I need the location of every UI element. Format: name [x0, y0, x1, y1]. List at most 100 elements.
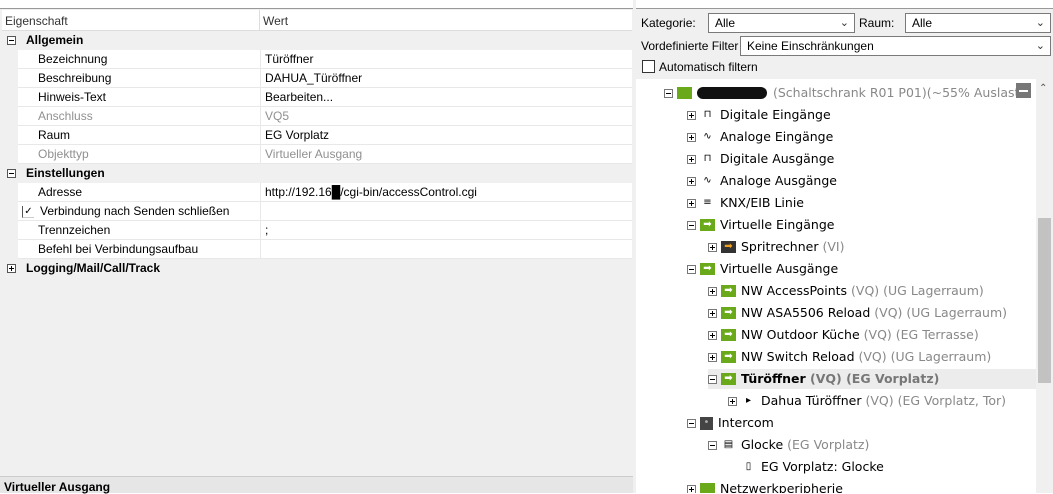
predefined-filter-select[interactable]: Keine Einschränkungen ⌄: [740, 36, 1051, 56]
top-strip: [636, 0, 1053, 9]
expand-icon[interactable]: [687, 110, 696, 120]
property-row[interactable]: Objekttyp Virtueller Ausgang: [2, 145, 632, 164]
category-logging-mail-call-track[interactable]: Logging/Mail/Call/Track: [2, 259, 632, 278]
category-einstellungen[interactable]: Einstellungen: [2, 164, 632, 183]
property-value[interactable]: Bearbeiten...: [260, 88, 632, 107]
tree-item-label: Analoge Eingänge: [720, 129, 834, 144]
collapse-icon[interactable]: [687, 418, 696, 428]
tree-item[interactable]: Netzwerkperipherie: [687, 479, 843, 493]
tree-item[interactable]: ➡ Virtuelle Ausgänge: [687, 259, 838, 279]
tree-item-label: Glocke: [741, 437, 784, 452]
expand-icon[interactable]: [708, 242, 717, 252]
property-key[interactable]: ✓ Verbindung nach Senden schließen: [18, 202, 260, 221]
grid-header: Eigenschaft Wert: [2, 10, 632, 31]
tree-item[interactable]: ∿ Analoge Ausgänge: [687, 171, 837, 191]
collapse-icon[interactable]: [708, 374, 717, 384]
tree-item[interactable]: ▤ Glocke (EG Vorplatz): [708, 435, 869, 455]
tree-panel: Kategorie: Alle ⌄ Raum: Alle ⌄ Vordefinier…: [636, 0, 1053, 493]
column-header-value[interactable]: Wert: [260, 10, 291, 30]
property-row[interactable]: Raum EG Vorplatz: [2, 126, 632, 145]
collapse-icon[interactable]: [664, 88, 673, 98]
expand-icon[interactable]: [687, 154, 696, 164]
scrollbar-thumb[interactable]: [1038, 218, 1051, 383]
property-value[interactable]: DAHUA_Türöffner: [260, 69, 632, 88]
tree-item-label: NW Outdoor Küche: [741, 327, 860, 342]
tree-item-label: Analoge Ausgänge: [720, 173, 837, 188]
property-value[interactable]: [260, 240, 632, 259]
scroll-up-icon[interactable]: ⌃: [1039, 83, 1047, 94]
property-value[interactable]: Virtueller Ausgang: [260, 145, 632, 164]
checkbox-checked-icon[interactable]: ✓: [22, 205, 34, 218]
virtual-io-icon: ➡: [700, 263, 715, 275]
property-value[interactable]: http://192.16█/cgi-bin/accessControl.cgi: [260, 183, 632, 202]
virtual-io-icon: ➡: [721, 373, 736, 385]
category-allgemein[interactable]: Allgemein: [2, 31, 632, 50]
collapse-icon[interactable]: [7, 36, 16, 45]
tree-item[interactable]: • Intercom: [687, 413, 774, 433]
tree-item[interactable]: ➡ NW Outdoor Küche (VQ) (EG Terrasse): [708, 325, 979, 345]
property-row[interactable]: Bezeichnung Türöffner: [2, 50, 632, 69]
collapse-icon[interactable]: [7, 169, 16, 178]
expand-icon[interactable]: [708, 308, 717, 318]
property-key: Objekttyp: [18, 145, 260, 164]
property-value[interactable]: VQ5: [260, 107, 632, 126]
tree-item[interactable]: ➡ Spritrechner (VI): [708, 237, 844, 257]
tree-item[interactable]: ➡ NW AccessPoints (VQ) (UG Lagerraum): [708, 281, 984, 301]
property-key: Raum: [18, 126, 260, 145]
virtual-io-icon: ➡: [721, 285, 736, 297]
tree-item[interactable]: (Schaltschrank R01 P01)(~55% Auslastu: [664, 83, 1027, 103]
tree-item-detail: (VQ) (UG Lagerraum): [874, 305, 1008, 320]
property-row[interactable]: Beschreibung DAHUA_Türöffner: [2, 69, 632, 88]
auto-filter-checkbox[interactable]: [642, 60, 655, 73]
property-row[interactable]: Befehl bei Verbindungsaufbau: [2, 240, 632, 259]
tree-item[interactable]: ≡ KNX/EIB Linie: [687, 193, 804, 213]
expand-icon[interactable]: [687, 198, 696, 208]
chevron-down-icon: ⌄: [839, 17, 849, 29]
tree-item[interactable]: ▯ EG Vorplatz: Glocke: [728, 457, 884, 477]
expand-icon[interactable]: [708, 352, 717, 362]
expand-icon[interactable]: [708, 286, 717, 296]
virtual-io-icon: ➡: [721, 307, 736, 319]
intercom-icon: •: [700, 416, 713, 430]
expand-icon[interactable]: [728, 396, 737, 406]
property-row[interactable]: Hinweis-Text Bearbeiten...: [2, 88, 632, 107]
tree-item-label: KNX/EIB Linie: [720, 195, 804, 210]
tree-item[interactable]: ⊓ Digitale Eingänge: [687, 105, 831, 125]
tree-item[interactable]: ▸ Dahua Türöffner (VQ) (EG Vorplatz, Tor): [728, 391, 1006, 411]
document-icon: ▯: [745, 461, 752, 472]
property-value[interactable]: EG Vorplatz: [260, 126, 632, 145]
property-row[interactable]: Adresse http://192.16█/cgi-bin/accessCont…: [2, 183, 632, 202]
tree-item[interactable]: ➡ NW ASA5506 Reload (VQ) (UG Lagerraum): [708, 303, 1007, 323]
expand-icon[interactable]: [687, 484, 696, 493]
expand-icon[interactable]: [708, 330, 717, 340]
expand-icon[interactable]: [687, 132, 696, 142]
expand-icon[interactable]: [7, 264, 16, 273]
column-header-property[interactable]: Eigenschaft: [2, 10, 260, 30]
property-row[interactable]: Trennzeichen;: [2, 221, 632, 240]
tree-item-detail: (VQ) (UG Lagerraum): [851, 283, 984, 298]
tree-item[interactable]: ➡ Türöffner (VQ) (EG Vorplatz): [708, 369, 1036, 389]
digital-output-icon: ⊓: [703, 153, 712, 164]
tree-item-label: NW Switch Reload: [741, 349, 855, 364]
category-select[interactable]: Alle ⌄: [708, 13, 855, 33]
redacted-name: [697, 87, 767, 99]
room-select[interactable]: Alle ⌄: [905, 13, 1051, 33]
collapse-icon[interactable]: [687, 220, 696, 230]
expand-icon[interactable]: [687, 176, 696, 186]
category-title: Logging/Mail/Call/Track: [26, 261, 161, 275]
tree-item-label: Virtuelle Ausgänge: [720, 261, 839, 276]
property-value[interactable]: Türöffner: [260, 50, 632, 69]
logic-icon: ▸: [745, 395, 752, 406]
collapse-button[interactable]: [1016, 83, 1031, 98]
tree-item[interactable]: ➡ Virtuelle Eingänge: [687, 215, 834, 235]
collapse-icon[interactable]: [708, 440, 717, 450]
property-value[interactable]: [260, 202, 632, 221]
vertical-scrollbar[interactable]: ⌃: [1036, 79, 1053, 493]
tree-item[interactable]: ∿ Analoge Eingänge: [687, 127, 833, 147]
collapse-icon[interactable]: [687, 264, 696, 274]
tree-item[interactable]: ⊓ Digitale Ausgänge: [687, 149, 834, 169]
property-value[interactable]: ;: [260, 221, 632, 240]
tree-item[interactable]: ➡ NW Switch Reload (VQ) (UG Lagerraum): [708, 347, 991, 367]
property-row[interactable]: Anschluss VQ5: [2, 107, 632, 126]
property-row[interactable]: ✓ Verbindung nach Senden schließen: [2, 202, 632, 221]
